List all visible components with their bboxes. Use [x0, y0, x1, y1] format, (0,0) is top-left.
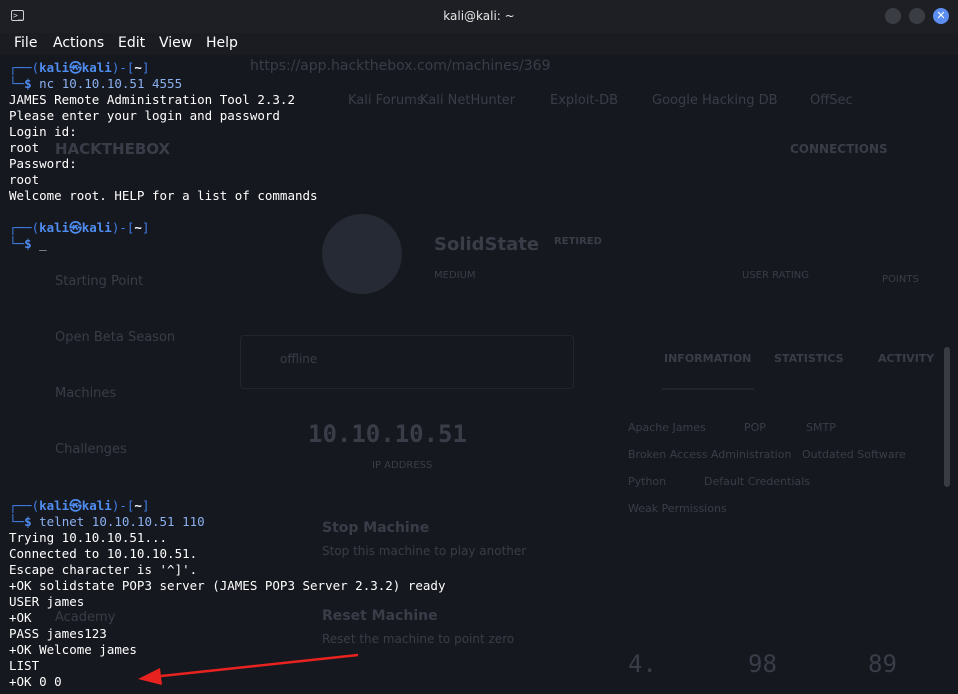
annotation-arrow	[138, 653, 359, 685]
